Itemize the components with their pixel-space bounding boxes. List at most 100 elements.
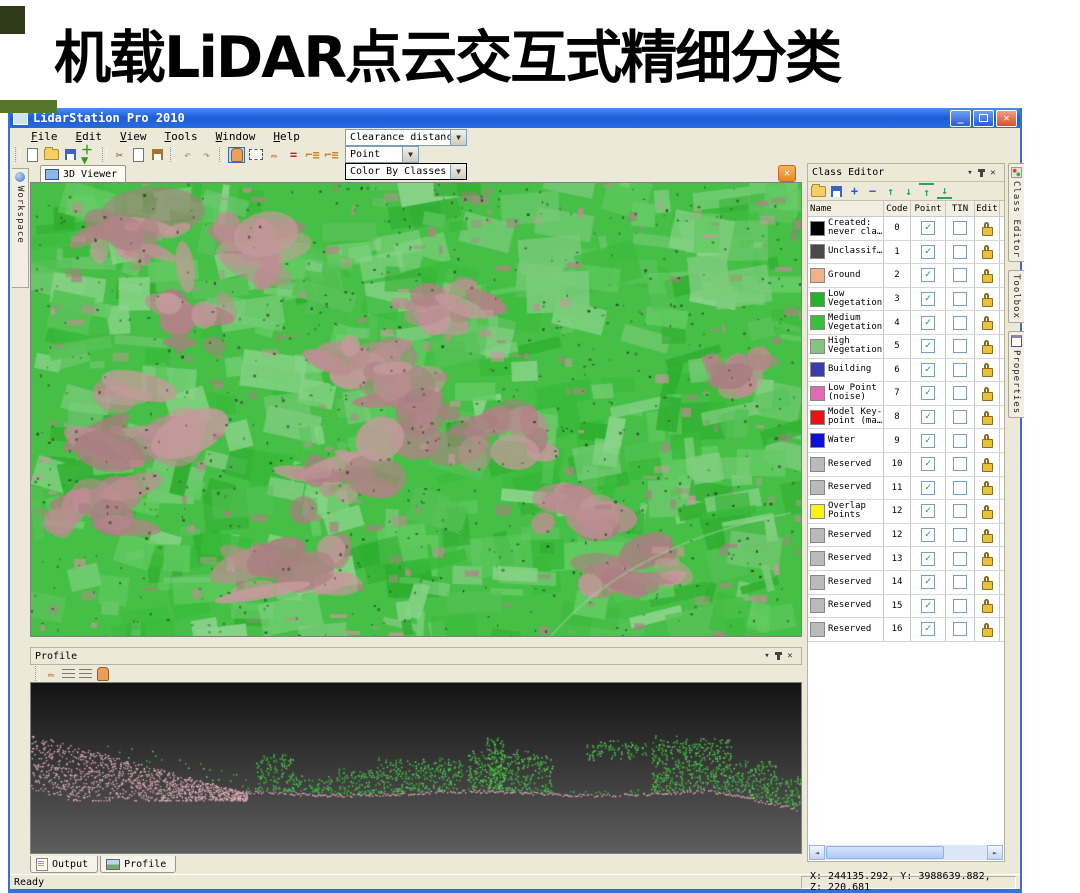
class-row[interactable]: Created: never cla… 0 ✓ (808, 217, 1004, 241)
profile-close-button[interactable]: ✕ (783, 650, 797, 663)
point-checkbox[interactable]: ✓ (921, 457, 935, 472)
undo-button[interactable]: ↶ (179, 147, 196, 163)
dock-tab-properties[interactable]: Properties (1007, 330, 1024, 419)
menu-tools[interactable]: Tools (156, 130, 207, 143)
class-color-swatch[interactable] (810, 480, 825, 496)
tin-checkbox[interactable] (953, 622, 967, 637)
class-table-hscrollbar[interactable]: ◄ ► (809, 845, 1003, 860)
point-checkbox[interactable]: ✓ (921, 362, 935, 377)
move-up-button[interactable]: ↑ (883, 184, 898, 198)
point-checkbox[interactable]: ✓ (921, 221, 935, 236)
class-row[interactable]: Ground 2 ✓ (808, 264, 1004, 288)
class-row[interactable]: Water 9 ✓ (808, 429, 1004, 453)
tin-checkbox[interactable] (953, 292, 967, 307)
class-color-swatch[interactable] (810, 362, 825, 378)
scroll-left-button[interactable]: ◄ (809, 845, 825, 860)
class-row[interactable]: Unclassif… 1 ✓ (808, 240, 1004, 265)
lock-icon[interactable] (981, 434, 993, 449)
profile-brush-button[interactable]: ✏ (44, 667, 59, 681)
class-editor-pin-icon[interactable] (978, 168, 985, 177)
class-row[interactable]: Reserved 11 ✓ (808, 476, 1004, 501)
class-color-swatch[interactable] (810, 456, 825, 472)
profile-grid2-button[interactable] (78, 667, 93, 681)
move-down-button[interactable]: ↓ (901, 184, 916, 198)
profile-pan-button[interactable] (95, 666, 110, 681)
class-color-swatch[interactable] (810, 267, 825, 283)
tab-3d-viewer[interactable]: 3D Viewer (40, 165, 127, 182)
profile-tool-button[interactable]: ⌐≡ (304, 147, 321, 163)
cut-button[interactable]: ✂ (111, 147, 128, 163)
class-color-swatch[interactable] (810, 220, 825, 236)
add-class-button[interactable]: + (847, 184, 862, 198)
menu-help[interactable]: Help (264, 130, 309, 143)
tin-checkbox[interactable] (953, 362, 967, 377)
tin-checkbox[interactable] (953, 598, 967, 613)
lock-icon[interactable] (981, 292, 993, 307)
point-checkbox[interactable]: ✓ (921, 410, 935, 425)
point-checkbox[interactable]: ✓ (921, 528, 935, 543)
column-header-name[interactable]: Name (808, 201, 884, 216)
title-bar[interactable]: LidarStation Pro 2010 _ ✕ (10, 108, 1020, 128)
fence-select-button[interactable] (247, 147, 264, 163)
lock-icon[interactable] (981, 481, 993, 496)
point-checkbox[interactable]: ✓ (921, 268, 935, 283)
restore-button[interactable] (973, 109, 994, 127)
menu-window[interactable]: Window (207, 130, 265, 143)
tin-checkbox[interactable] (953, 433, 967, 448)
viewer-close-button[interactable]: ✕ (778, 165, 796, 182)
class-color-swatch[interactable] (810, 291, 825, 307)
open-file-button[interactable] (43, 147, 60, 163)
class-row[interactable]: Model Key- point (ma… 8 ✓ (808, 405, 1004, 430)
lock-icon[interactable] (981, 221, 993, 236)
workspace-tab[interactable]: Workspace (12, 168, 29, 288)
class-color-swatch[interactable] (810, 244, 825, 260)
move-bottom-button[interactable]: ↓ (937, 183, 952, 199)
scroll-right-button[interactable]: ► (987, 845, 1003, 860)
dock-tab-toolbox[interactable]: Toolbox (1007, 270, 1024, 323)
save-button[interactable] (62, 147, 79, 163)
point-checkbox[interactable]: ✓ (921, 551, 935, 566)
class-row[interactable]: High Vegetation 5 ✓ (808, 334, 1004, 359)
point-checkbox[interactable]: ✓ (921, 292, 935, 307)
chevron-down-icon[interactable]: ▼ (450, 130, 466, 145)
profile-menu-caret[interactable]: ▾ (760, 650, 774, 663)
lock-icon[interactable] (981, 575, 993, 590)
class-color-swatch[interactable] (810, 621, 825, 637)
class-color-swatch[interactable] (810, 409, 825, 425)
scroll-thumb[interactable] (826, 846, 944, 859)
class-color-swatch[interactable] (810, 551, 825, 567)
move-top-button[interactable]: ↑ (919, 183, 934, 199)
point-checkbox[interactable]: ✓ (921, 386, 935, 401)
load-classes-button[interactable] (811, 183, 826, 198)
point-checkbox[interactable]: ✓ (921, 504, 935, 519)
save-classes-button[interactable] (829, 184, 844, 198)
class-color-swatch[interactable] (810, 385, 825, 401)
class-row[interactable]: Reserved 15 ✓ (808, 594, 1004, 619)
lock-icon[interactable] (981, 339, 993, 354)
tin-checkbox[interactable] (953, 480, 967, 495)
tab-output[interactable]: Output (30, 856, 99, 873)
tin-checkbox[interactable] (953, 386, 967, 401)
lock-icon[interactable] (981, 528, 993, 543)
redo-button[interactable]: ↷ (198, 147, 215, 163)
class-row[interactable]: Reserved 16 ✓ (808, 618, 1004, 642)
tin-checkbox[interactable] (953, 410, 967, 425)
profile-view-canvas[interactable] (30, 682, 802, 854)
menu-view[interactable]: View (111, 130, 156, 143)
class-editor-menu-caret[interactable]: ▾ (963, 166, 977, 179)
3d-viewer-canvas[interactable] (30, 182, 802, 637)
dock-tab-class-editor[interactable]: Class Editor (1007, 163, 1024, 263)
lock-icon[interactable] (981, 552, 993, 567)
column-header-code[interactable]: Code (884, 201, 911, 216)
tin-checkbox[interactable] (953, 268, 967, 283)
column-header-point[interactable]: Point (911, 201, 946, 216)
new-file-button[interactable] (24, 147, 41, 163)
tin-checkbox[interactable] (953, 528, 967, 543)
point-checkbox[interactable]: ✓ (921, 598, 935, 613)
remove-class-button[interactable]: − (865, 184, 880, 198)
point-checkbox[interactable]: ✓ (921, 480, 935, 495)
class-row[interactable]: Reserved 10 ✓ (808, 452, 1004, 477)
class-editor-close-button[interactable]: ✕ (986, 166, 1000, 179)
lock-icon[interactable] (981, 363, 993, 378)
tin-checkbox[interactable] (953, 457, 967, 472)
